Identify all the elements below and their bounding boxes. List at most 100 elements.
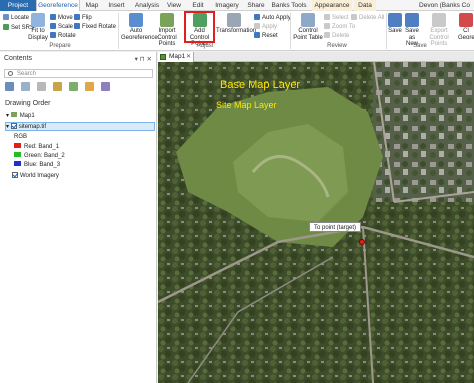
auto-apply-toggle[interactable]: Auto Apply [254,14,291,22]
list-by-selection-icon[interactable] [36,82,46,91]
tab-edit[interactable]: Edit [188,0,208,11]
close-icon [459,13,473,27]
close-icon[interactable]: ✕ [186,52,191,62]
rgb-label: RGB [14,134,28,140]
layer-visibility-checkbox[interactable] [10,123,17,129]
legend-band-green: Green: Band_2 [14,152,65,161]
map-view-tab[interactable]: Map1 ✕ [158,52,194,62]
drawing-order-heading: Drawing Order [5,100,51,107]
tab-share[interactable]: Share [245,0,267,11]
flip-button[interactable]: Flip [74,14,92,22]
map-tab-strip [194,52,474,62]
ribbon-separator [118,13,119,49]
red-swatch [14,143,21,148]
tab-imagery[interactable]: Imagery [212,0,242,11]
contents-pane: Contents ▾ ⊓ ✕ Search Drawing Order ▾ Ma… [0,52,157,383]
list-by-source-icon[interactable] [20,82,30,91]
delete-button[interactable]: Delete [324,32,349,40]
rotate-button[interactable]: Rotate [50,32,76,40]
search-icon [8,71,13,76]
map-view[interactable]: Map1 ✕ Base Map Layer Site Map Layer To … [158,52,474,383]
list-by-editing-icon[interactable] [52,82,62,91]
import-control-points-icon [160,13,174,27]
import-control-points-button[interactable]: Import Control Points [152,13,182,48]
control-point-table-button[interactable]: Control Point Table [293,13,323,41]
locate-icon [3,14,9,20]
zoom-to-icon [324,23,330,29]
tab-view[interactable]: View [164,0,184,11]
blue-swatch [14,161,21,166]
aerial-imagery [158,61,474,383]
layer-visibility-checkbox[interactable] [12,172,18,178]
delete-all-button[interactable]: Delete All [351,14,384,22]
scale-button[interactable]: Scale [50,23,73,31]
move-icon [50,14,56,20]
apply-button[interactable]: Apply [254,23,277,31]
tab-project[interactable]: Project [0,0,36,11]
contents-toolbar [5,82,115,92]
flip-icon [74,14,80,20]
review-group-label: Review [327,43,347,49]
globe-icon [3,24,9,30]
rotate-icon [50,32,56,38]
close-georeference-button[interactable]: Cl Geore [458,13,474,41]
tab-insert[interactable]: Insert [104,0,129,11]
auto-georeference-icon [129,13,143,27]
tab-map[interactable]: Map [81,0,103,11]
user-name[interactable]: Devon (Banks Co [419,0,470,11]
auto-georeference-button[interactable]: Auto Georeference [121,13,158,41]
prepare-group-label: Prepare [49,43,71,49]
apply-icon [254,23,260,29]
base-map-layer-annotation: Base Map Layer [220,79,301,91]
list-by-labeling-icon[interactable] [84,82,94,91]
transformation-icon [227,13,241,27]
control-point-marker[interactable] [359,239,365,245]
save-icon [388,13,402,27]
save-as-new-icon [405,13,419,27]
fit-to-display-button[interactable]: Fit to Display [28,13,48,41]
ribbon-separator [290,13,291,49]
select-icon [324,14,330,20]
list-by-snapping-icon[interactable] [68,82,78,91]
delete-icon [324,32,330,38]
list-by-charts-icon[interactable] [100,82,110,91]
delete-all-icon [351,14,357,20]
ribbon-tab-strip: Project Georeference Map Insert Analysis… [0,0,474,11]
tab-data[interactable]: Data [354,0,376,11]
pane-controls[interactable]: ▾ ⊓ ✕ [135,55,152,63]
legend-band-blue: Blue: Band_3 [14,161,60,170]
move-button[interactable]: Move [50,14,73,22]
fixed-rotate-icon [74,23,80,29]
transformation-dropdown[interactable]: Transformation [216,13,256,35]
tree-item-map[interactable]: ▾ Map1 [6,112,35,121]
contents-search-input[interactable]: Search [4,69,153,78]
map-icon [160,54,166,60]
fixed-rotate-button[interactable]: Fixed Rotate [74,23,116,31]
table-icon [301,13,315,27]
fit-to-display-icon [31,13,45,27]
save-group-label: Save [413,43,427,49]
adjust-group-label: Adjust [196,43,214,49]
georeference-ribbon: Locate Set SRS Fit to Display Move Scale… [0,11,474,51]
save-button[interactable]: Save [388,13,402,35]
list-by-drawing-order-icon[interactable] [5,82,14,91]
reset-icon [254,32,260,38]
tree-item-world-imagery[interactable]: World Imagery [12,172,59,181]
scale-icon [50,23,56,29]
locate-button[interactable]: Locate [3,14,29,22]
site-map-layer-annotation: Site Map Layer [216,100,277,110]
tab-banks-tools[interactable]: Banks Tools [270,0,308,11]
reset-button[interactable]: Reset [254,32,278,40]
zoom-to-button[interactable]: Zoom To [324,23,355,31]
tab-appearance[interactable]: Appearance [312,0,352,11]
select-button[interactable]: Select [324,14,349,22]
auto-apply-icon [254,14,260,20]
ribbon-separator [386,13,387,49]
legend-band-red: Red: Band_1 [14,143,59,152]
add-control-points-highlight [184,11,215,43]
target-point-tooltip: To point (target) [309,222,362,232]
contents-title: Contents [4,55,33,62]
tree-item-sitemap-layer[interactable]: ▾ sitemap.tif [5,122,155,131]
tab-analysis[interactable]: Analysis [131,0,163,11]
tab-georeference[interactable]: Georeference [36,0,80,11]
